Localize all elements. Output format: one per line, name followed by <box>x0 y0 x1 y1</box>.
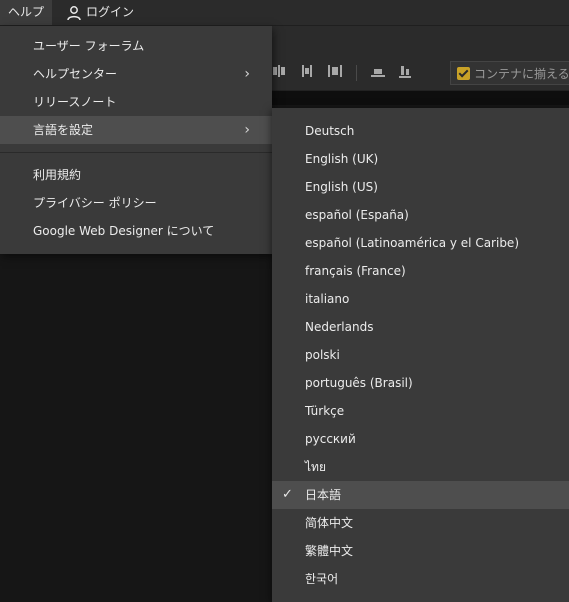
language-label: Deutsch <box>305 124 355 138</box>
align-bottom-icon[interactable] <box>371 65 385 80</box>
language-option[interactable]: English (US) <box>272 173 569 201</box>
language-label: русский <box>305 432 356 446</box>
language-option[interactable]: polski <box>272 341 569 369</box>
menu-item-help-center[interactable]: ヘルプセンター › <box>0 60 272 88</box>
login-label: ログイン <box>86 5 135 19</box>
language-label: 简体中文 <box>305 516 354 530</box>
language-label: français (France) <box>305 264 406 278</box>
toolbar-divider <box>356 64 357 81</box>
menu-item-release-notes[interactable]: リリースノート <box>0 88 272 116</box>
chevron-right-icon: › <box>244 66 250 82</box>
language-label: polski <box>305 348 340 362</box>
login-button[interactable]: ログイン <box>66 0 134 25</box>
container-fit-label: コンテナに揃える <box>474 66 569 81</box>
language-label: italiano <box>305 292 350 306</box>
language-option[interactable]: English (UK) <box>272 145 569 173</box>
language-label: 繁體中文 <box>305 544 354 558</box>
menu-item-label: 言語を設定 <box>33 123 94 137</box>
menu-item-privacy-policy[interactable]: プライバシー ポリシー <box>0 189 272 217</box>
help-dropdown-menu: ユーザー フォーラム ヘルプセンター › リリースノート 言語を設定 › 利用規… <box>0 26 272 254</box>
menu-item-label: Google Web Designer について <box>33 224 215 238</box>
language-option[interactable]: 简体中文 <box>272 509 569 537</box>
language-option[interactable]: 繁體中文 <box>272 537 569 565</box>
language-option[interactable]: italiano <box>272 285 569 313</box>
menu-item-terms[interactable]: 利用規約 <box>0 161 272 189</box>
language-label: español (España) <box>305 208 409 222</box>
language-submenu: Deutsch English (UK) English (US) españo… <box>272 108 569 602</box>
language-option[interactable]: Türkçe <box>272 397 569 425</box>
language-label: ไทย <box>305 460 326 474</box>
chevron-right-icon: › <box>244 122 250 138</box>
align-tools <box>272 64 411 81</box>
align-between-icon[interactable] <box>328 65 342 80</box>
language-label: Nederlands <box>305 320 374 334</box>
menu-divider <box>0 152 272 153</box>
menu-item-about[interactable]: Google Web Designer について <box>0 217 272 245</box>
language-option[interactable]: português (Brasil) <box>272 369 569 397</box>
checkmark-icon: ✓ <box>282 487 293 502</box>
distribute-horizontal-icon[interactable] <box>300 65 314 80</box>
align-vertical-icon[interactable] <box>399 64 411 81</box>
menu-item-label: リリースノート <box>33 95 117 109</box>
language-label: English (UK) <box>305 152 379 166</box>
menu-bar: ヘルプ ログイン <box>0 0 569 26</box>
language-label: 日本語 <box>305 488 342 502</box>
language-label: 한국어 <box>305 572 339 586</box>
menu-item-label: プライバシー ポリシー <box>33 196 157 210</box>
language-option[interactable]: Deutsch <box>272 117 569 145</box>
language-option-selected[interactable]: ✓ 日本語 <box>272 481 569 509</box>
language-label: English (US) <box>305 180 378 194</box>
language-label: português (Brasil) <box>305 376 413 390</box>
align-center-horizontal-icon[interactable] <box>272 65 286 80</box>
language-label: Türkçe <box>305 404 345 418</box>
menu-item-label: ユーザー フォーラム <box>33 39 145 53</box>
language-option[interactable]: español (Latinoamérica y el Caribe) <box>272 229 569 257</box>
checkbox-checked-icon <box>457 66 470 80</box>
user-icon <box>67 5 81 20</box>
language-option[interactable]: español (España) <box>272 201 569 229</box>
language-option[interactable]: Nederlands <box>272 313 569 341</box>
container-fit-checkbox[interactable]: コンテナに揃える <box>450 61 569 85</box>
language-option[interactable]: русский <box>272 425 569 453</box>
language-option[interactable]: 한국어 <box>272 565 569 593</box>
help-menu[interactable]: ヘルプ <box>0 0 53 25</box>
menu-item-user-forum[interactable]: ユーザー フォーラム <box>0 32 272 60</box>
menu-item-set-language[interactable]: 言語を設定 › <box>0 116 272 144</box>
language-option[interactable]: français (France) <box>272 257 569 285</box>
menu-item-label: ヘルプセンター <box>33 67 118 81</box>
language-label: español (Latinoamérica y el Caribe) <box>305 236 519 250</box>
language-option[interactable]: ไทย <box>272 453 569 481</box>
menu-item-label: 利用規約 <box>33 168 82 182</box>
